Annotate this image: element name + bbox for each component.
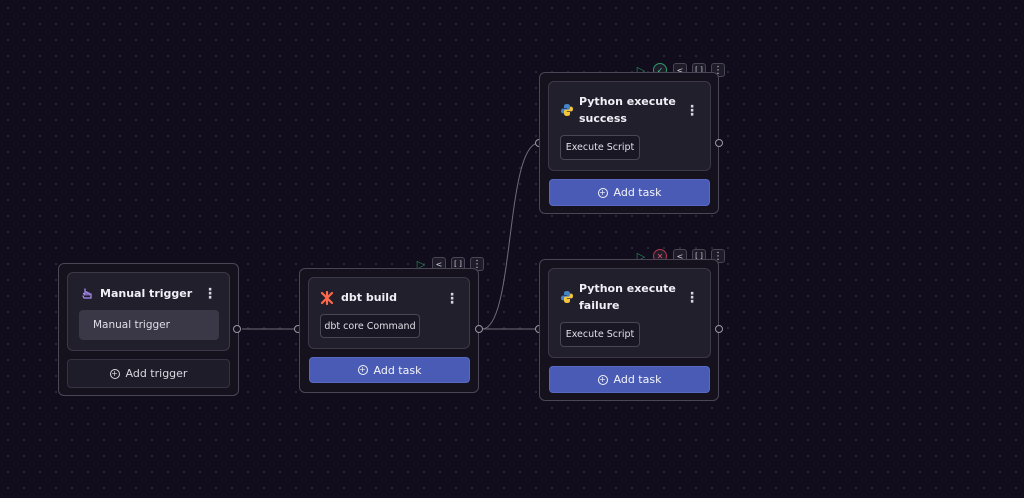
task-type-chip[interactable]: Execute Script xyxy=(560,135,640,160)
add-circle-icon: + xyxy=(357,365,368,375)
output-port-failure[interactable] xyxy=(715,325,723,333)
add-task-button[interactable]: + Add task xyxy=(309,357,470,383)
node-title-line2: success xyxy=(579,112,627,125)
add-circle-icon: + xyxy=(597,187,608,198)
node-title-line1: Python execute xyxy=(579,95,676,108)
node-title: dbt build xyxy=(341,291,397,304)
edge-dbt-to-success xyxy=(481,142,540,330)
add-task-button[interactable]: + Add task xyxy=(549,366,710,393)
add-circle-icon: + xyxy=(597,374,608,385)
task-type-chip[interactable]: dbt core Command xyxy=(320,314,420,338)
output-port-success[interactable] xyxy=(715,139,723,147)
add-task-label: Add task xyxy=(613,186,662,199)
edge-layer xyxy=(242,142,540,330)
more-options-icon[interactable]: ⋮ xyxy=(445,292,459,306)
more-options-icon[interactable]: ⋮ xyxy=(203,287,217,301)
add-task-label: Add task xyxy=(373,363,422,377)
more-options-icon[interactable]: ⋮ xyxy=(685,104,699,118)
dbt-logo-icon xyxy=(320,291,334,305)
output-port-dbt[interactable] xyxy=(475,325,483,333)
trigger-type-chip[interactable]: Manual trigger xyxy=(79,310,219,340)
add-task-button[interactable]: + Add task xyxy=(549,179,710,206)
add-trigger-button[interactable]: + Add trigger xyxy=(67,359,230,388)
python-logo-icon xyxy=(561,291,573,303)
node-manual-trigger[interactable]: Manual trigger ⋮ Manual trigger + Add tr… xyxy=(58,263,239,396)
node-dbt-build[interactable]: dbt build ⋮ dbt core Command + Add task xyxy=(299,268,479,393)
add-circle-icon: + xyxy=(109,368,120,379)
python-success-card[interactable]: Python execute success ⋮ Execute Script xyxy=(548,81,711,171)
output-port-trigger[interactable] xyxy=(233,325,241,333)
more-options-icon[interactable]: ⋮ xyxy=(685,291,699,305)
add-trigger-label: Add trigger xyxy=(125,367,188,380)
node-title-line2: failure xyxy=(579,299,620,312)
manual-trigger-card[interactable]: Manual trigger ⋮ Manual trigger xyxy=(67,272,230,351)
python-logo-icon xyxy=(561,104,573,116)
node-python-failure[interactable]: Python execute failure ⋮ Execute Script … xyxy=(539,259,719,401)
task-type-chip[interactable]: Execute Script xyxy=(560,322,640,347)
node-title-line1: Python execute xyxy=(579,282,676,295)
python-failure-card[interactable]: Python execute failure ⋮ Execute Script xyxy=(548,268,711,358)
node-title: Manual trigger xyxy=(100,287,193,300)
dbt-build-card[interactable]: dbt build ⋮ dbt core Command xyxy=(308,277,470,349)
hand-pointer-icon xyxy=(82,288,92,299)
node-python-success[interactable]: Python execute success ⋮ Execute Script … xyxy=(539,72,719,214)
add-task-label: Add task xyxy=(613,373,662,386)
